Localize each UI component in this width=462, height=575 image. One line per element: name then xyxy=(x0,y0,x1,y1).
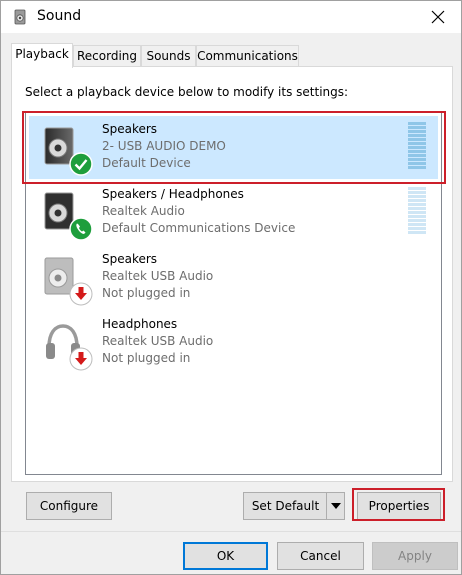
chevron-down-icon xyxy=(330,503,341,509)
window-title: Sound xyxy=(37,8,82,24)
device-name: Speakers / Headphones xyxy=(102,187,244,201)
device-driver: Realtek USB Audio xyxy=(102,334,214,348)
tab-communications[interactable]: Communications xyxy=(196,45,299,67)
apply-button[interactable]: Apply xyxy=(372,542,458,570)
device-driver: Realtek USB Audio xyxy=(102,269,214,283)
device-driver: Realtek Audio xyxy=(102,204,185,218)
tab-recording[interactable]: Recording xyxy=(73,45,141,67)
green-phone-icon xyxy=(69,217,93,241)
tab-sounds[interactable]: Sounds xyxy=(141,45,196,67)
volume-meter xyxy=(408,187,426,234)
ok-button[interactable]: OK xyxy=(183,542,268,570)
device-status: Not plugged in xyxy=(102,351,191,365)
selected-device-highlight xyxy=(22,111,446,184)
device-status: Default Communications Device xyxy=(102,221,296,235)
speaker-icon xyxy=(14,9,26,25)
device-item-speakers-headphones[interactable]: Speakers / Headphones Realtek Audio Defa… xyxy=(29,181,438,244)
title-bar[interactable]: Sound xyxy=(1,1,461,33)
device-name: Speakers xyxy=(102,252,158,266)
red-down-arrow-icon xyxy=(69,282,93,306)
close-icon xyxy=(431,10,445,24)
tab-playback[interactable]: Playback xyxy=(11,43,73,68)
close-button[interactable] xyxy=(415,1,461,33)
device-item-speakers-realtek-usb[interactable]: Speakers Realtek USB Audio Not plugged i… xyxy=(29,246,438,309)
device-status: Not plugged in xyxy=(102,286,191,300)
device-name: Headphones xyxy=(102,317,178,331)
cancel-button[interactable]: Cancel xyxy=(277,542,364,570)
sound-dialog: Sound Playback Recording Sounds Communic… xyxy=(0,0,462,575)
set-default-button[interactable]: Set Default xyxy=(243,492,327,520)
red-down-arrow-icon xyxy=(69,347,93,371)
properties-button-highlight xyxy=(352,488,445,521)
instruction-text: Select a playback device below to modify… xyxy=(25,85,349,99)
dialog-footer: OK Cancel Apply xyxy=(1,531,461,574)
configure-button[interactable]: Configure xyxy=(26,492,112,520)
device-item-headphones[interactable]: Headphones Realtek USB Audio Not plugged… xyxy=(29,311,438,374)
set-default-dropdown-button[interactable] xyxy=(326,492,345,520)
